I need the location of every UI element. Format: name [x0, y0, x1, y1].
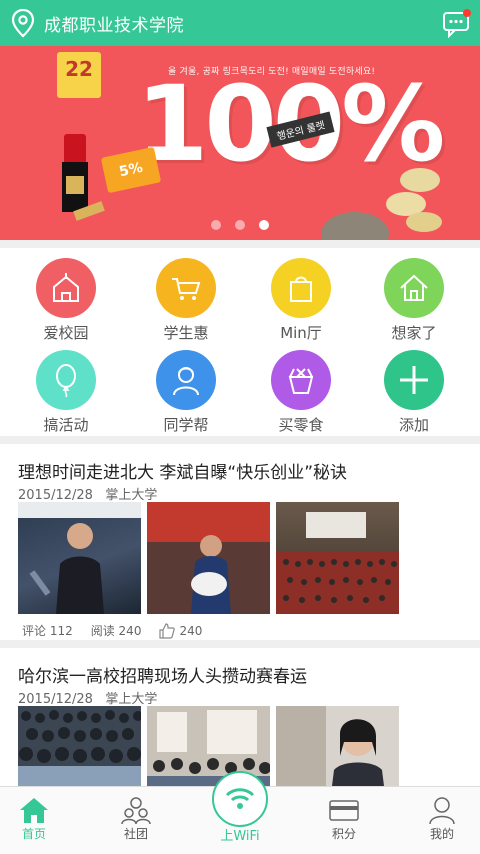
- news-photo[interactable]: [276, 502, 399, 614]
- carousel-dot[interactable]: [211, 220, 221, 230]
- read-count: 阅读 240: [90, 624, 142, 638]
- message-icon[interactable]: [442, 8, 472, 38]
- promo-banner[interactable]: 22 올 겨울, 공짜 링크목도리 도전! 매일매일 도전하세요! 100% 행…: [0, 46, 480, 240]
- news-source: 掌上大学: [105, 692, 158, 707]
- thumbs-up-icon: [159, 622, 176, 639]
- school-icon: [36, 258, 96, 318]
- top-bar: 成都职业技术学院: [0, 0, 480, 46]
- home-icon: [384, 258, 444, 318]
- bottom-tab-bar: 首页 社团 上WiFi 积分 我的: [0, 771, 480, 854]
- grid-item-student-deals[interactable]: 学生惠: [126, 250, 246, 344]
- news-stats: 评论 112 阅读 240 240: [22, 622, 202, 639]
- news-source: 掌上大学: [105, 488, 158, 503]
- person-icon: [156, 350, 216, 410]
- news-title[interactable]: 理想时间走进北大 李斌自曝“快乐创业”秘诀: [18, 458, 347, 483]
- grid-item-label: 搞活动: [43, 416, 89, 434]
- tab-label: 首页: [21, 827, 46, 841]
- news-title[interactable]: 哈尔滨一高校招聘现场人头攒动赛春运: [18, 662, 307, 687]
- grid-item-label: 学生惠: [163, 324, 209, 342]
- news-photos: [18, 502, 399, 614]
- comment-count[interactable]: 评论 112: [22, 622, 73, 639]
- like-count: 240: [179, 623, 203, 638]
- snack-box-icon: [271, 350, 331, 410]
- news-photo[interactable]: [147, 502, 270, 614]
- carousel-indicator[interactable]: [0, 220, 480, 230]
- news-meta: 2015/12/28 掌上大学: [18, 688, 157, 707]
- anniversary-badge: 22: [57, 52, 101, 98]
- grid-item-min-hall[interactable]: Min厅: [241, 250, 361, 344]
- grid-item-label: 想家了: [391, 324, 437, 342]
- group-icon: [121, 797, 151, 824]
- app-root: 成都职业技术学院 22 올 겨울, 공짜 링크목도리 도전! 매일매일 도전하세…: [0, 0, 480, 854]
- wifi-button[interactable]: [212, 771, 268, 827]
- tab-points[interactable]: 积分: [314, 795, 374, 842]
- grid-item-campus[interactable]: 爱校园: [6, 250, 126, 344]
- news-date: 2015/12/28: [18, 488, 93, 503]
- grid-item-activities[interactable]: 搞活动: [6, 342, 126, 436]
- grid-item-classmates[interactable]: 同学帮: [126, 342, 246, 436]
- school-name[interactable]: 成都职业技术学院: [44, 11, 184, 36]
- tab-clubs[interactable]: 社团: [106, 795, 166, 842]
- wifi-icon: [225, 788, 255, 809]
- cart-icon: [156, 258, 216, 318]
- feature-grid: 爱校园 学生惠 Min厅 想家了 搞活动 同学帮 买零食 添加: [0, 248, 480, 436]
- home-icon: [20, 798, 48, 823]
- grid-item-snacks[interactable]: 买零食: [241, 342, 361, 436]
- grid-item-label: 买零食: [278, 416, 324, 434]
- news-date: 2015/12/28: [18, 692, 93, 707]
- location-pin-icon[interactable]: [10, 8, 36, 38]
- carousel-dot-active[interactable]: [259, 220, 269, 230]
- carousel-dot[interactable]: [235, 220, 245, 230]
- grid-item-homesick[interactable]: 想家了: [354, 250, 474, 344]
- balloon-icon: [36, 350, 96, 410]
- news-card[interactable]: 理想时间走进北大 李斌自曝“快乐创业”秘诀 2015/12/28 掌上大学 评论…: [0, 444, 480, 640]
- like-button[interactable]: 240: [159, 622, 203, 639]
- tab-label: 社团: [123, 827, 148, 841]
- wifi-label[interactable]: 上WiFi: [210, 825, 270, 844]
- grid-item-label: 爱校园: [43, 324, 89, 342]
- tab-home[interactable]: 首页: [4, 795, 64, 842]
- grid-item-add[interactable]: 添加: [354, 342, 474, 436]
- news-photo[interactable]: [18, 502, 141, 614]
- news-card[interactable]: 哈尔滨一高校招聘现场人头攒动赛春运 2015/12/28 掌上大学: [0, 648, 480, 818]
- user-icon: [429, 797, 455, 824]
- tab-label: 积分: [331, 827, 356, 841]
- tab-mine[interactable]: 我的: [412, 795, 472, 842]
- news-meta: 2015/12/28 掌上大学: [18, 484, 157, 503]
- card-icon: [329, 800, 359, 821]
- tab-label: 我的: [429, 827, 454, 841]
- grid-item-label: Min厅: [280, 324, 322, 342]
- shopping-bag-icon: [271, 258, 331, 318]
- grid-item-label: 添加: [398, 416, 429, 434]
- plus-icon: [384, 350, 444, 410]
- grid-item-label: 同学帮: [163, 416, 209, 434]
